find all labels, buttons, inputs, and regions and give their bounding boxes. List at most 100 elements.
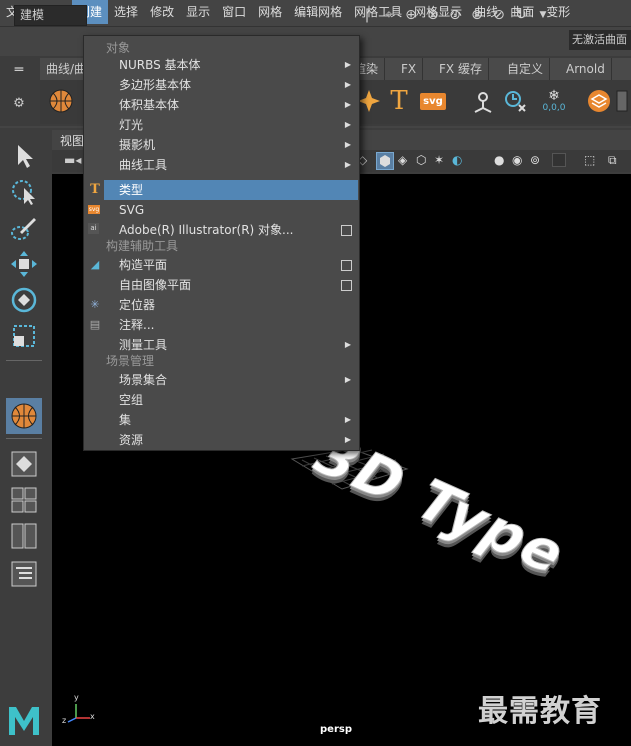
snap-separator-icon: ❘ <box>361 7 373 23</box>
lasso-tool-icon[interactable] <box>8 176 40 208</box>
toolbox-divider-2 <box>6 438 42 439</box>
history-icon[interactable]: ↻ <box>512 6 530 24</box>
menu-mesh[interactable]: 网格 <box>252 0 288 24</box>
chevron-right-icon: ▶ <box>344 375 351 384</box>
menu-item-label: 自由图像平面 <box>119 278 192 292</box>
isolate-select-icon[interactable] <box>552 153 566 167</box>
anti-alias-icon[interactable]: ⊚ <box>530 153 540 167</box>
paint-select-icon[interactable] <box>8 212 40 244</box>
shelf-tab-fx-cache[interactable]: FX 缓存 <box>433 58 489 80</box>
chevron-right-icon: ▶ <box>344 160 351 169</box>
gear-icon[interactable]: ⚙ <box>4 96 34 111</box>
illustrator-icon: ai <box>88 223 99 234</box>
menu-item-label: 构造平面 <box>119 258 168 272</box>
snap-view-icon[interactable]: ⊙ <box>446 6 464 24</box>
chevron-right-icon: ▶ <box>344 435 351 444</box>
option-box-icon[interactable] <box>341 260 352 271</box>
menu-item-nurbs-primitives[interactable]: NURBS 基本体 ▶ <box>104 55 358 75</box>
menu-item-free-image-plane[interactable]: 自由图像平面 <box>104 275 358 295</box>
axis-y-label: y <box>74 693 79 702</box>
menu-item-assets[interactable]: 资源 ▶ <box>104 430 358 450</box>
menu-item-label: 资源 <box>119 433 144 447</box>
menu-item-label: 定位器 <box>119 298 156 312</box>
option-box-icon[interactable] <box>341 280 352 291</box>
maya-logo-icon <box>6 702 42 738</box>
shelf-tab-custom[interactable]: 自定义 <box>501 58 551 80</box>
outliner-layout-icon[interactable] <box>8 558 40 590</box>
menu-item-annotation[interactable]: 注释... <box>104 315 358 335</box>
svg-tool-icon[interactable]: svg <box>418 86 448 116</box>
menu-modify[interactable]: 修改 <box>144 0 180 24</box>
scale-tool-icon[interactable] <box>8 320 40 352</box>
origin-coords-label: 0,0,0 <box>542 103 566 113</box>
last-tool-sphere-icon[interactable] <box>6 398 42 434</box>
menu-item-svg[interactable]: SVG <box>104 200 358 220</box>
two-view-layout-icon[interactable] <box>8 520 40 552</box>
menu-item-label: 类型 <box>119 183 144 197</box>
snap-surface-icon[interactable]: ⊛ <box>468 6 486 24</box>
menu-item-type[interactable]: 类型 <box>104 180 358 200</box>
mode-selector[interactable]: 建模 <box>14 5 87 26</box>
menu-item-label: 场景集合 <box>119 373 168 387</box>
menu-item-scene-assembly[interactable]: 场景集合 ▶ <box>104 370 358 390</box>
snap-grid-icon[interactable]: ⊕ <box>402 6 420 24</box>
screen-space-ao-icon[interactable]: ● <box>494 153 504 167</box>
smooth-shade-icon[interactable] <box>376 152 394 170</box>
menu-item-curve-tools[interactable]: 曲线工具 ▶ <box>104 155 358 175</box>
camera-select-icon[interactable]: ▬◂ <box>64 153 81 167</box>
chevron-right-icon: ▶ <box>344 140 351 149</box>
annotation-icon: ▤ <box>89 318 101 331</box>
shelf-tab-arnold[interactable]: Arnold <box>560 58 612 80</box>
single-view-layout-icon[interactable] <box>8 448 40 480</box>
option-box-icon[interactable] <box>341 225 352 236</box>
shadows-icon[interactable]: ◐ <box>452 153 462 167</box>
timer-delete-icon[interactable] <box>500 86 530 116</box>
menu-item-polygon-primitives[interactable]: 多边形基本体 ▶ <box>104 75 358 95</box>
snap-curve-icon[interactable]: ⌖ <box>380 6 398 24</box>
menu-item-volume-primitives[interactable]: 体积基本体 ▶ <box>104 95 358 115</box>
menu-edit-mesh[interactable]: 编辑网格 <box>288 0 348 24</box>
menu-item-label: 曲线工具 <box>119 158 168 172</box>
snowflake-origin-icon[interactable]: ❄ 0,0,0 <box>534 86 574 116</box>
move-tool-icon[interactable] <box>8 248 40 280</box>
menu-item-locator[interactable]: 定位器 <box>104 295 358 315</box>
snap-live-icon[interactable]: ⊘ <box>490 6 508 24</box>
xray-icon[interactable]: ⬚ <box>584 153 595 167</box>
menu-display[interactable]: 显示 <box>180 0 216 24</box>
select-tool-icon[interactable] <box>8 140 40 172</box>
pivot-tool-icon[interactable] <box>468 86 498 116</box>
chevron-down-icon[interactable]: ▼ <box>534 6 552 24</box>
menu-item-label: Adobe(R) Illustrator(R) 对象... <box>119 223 294 237</box>
layers-icon[interactable] <box>584 86 614 116</box>
menu-item-construction-plane[interactable]: 构造平面 <box>104 255 358 275</box>
menu-item-cameras[interactable]: 摄影机 ▶ <box>104 135 358 155</box>
shelf-tab-fx[interactable]: FX <box>395 58 424 80</box>
wire-on-shaded-icon[interactable]: ⬡ <box>416 153 426 167</box>
wireframe-icon[interactable]: ◇ <box>358 153 372 167</box>
rotate-tool-icon[interactable] <box>8 284 40 316</box>
section-scene-management: 场景管理 <box>106 352 346 370</box>
view-menu-item[interactable]: 视图 <box>60 132 84 149</box>
no-active-surface-field[interactable]: 无激活曲面 <box>569 30 631 50</box>
snap-point-icon[interactable]: ⊗ <box>424 6 442 24</box>
section-construction-aids: 构建辅助工具 <box>106 237 346 255</box>
menu-item-label: 集 <box>119 413 132 427</box>
menu-select[interactable]: 选择 <box>108 0 144 24</box>
status-line-tools: ❘ ⌖ ⊕ ⊗ ⊙ ⊛ ⊘ ↻ ▼ <box>358 4 631 26</box>
menu-item-lights[interactable]: 灯光 ▶ <box>104 115 358 135</box>
menu-item-sets[interactable]: 集 ▶ <box>104 410 358 430</box>
four-view-layout-icon[interactable] <box>8 484 40 516</box>
menu-window[interactable]: 窗口 <box>216 0 252 24</box>
panel-layout-icon[interactable]: ⧉ <box>608 153 617 168</box>
shelf-menu-icon[interactable]: ═ <box>4 62 34 78</box>
toolbox <box>0 128 51 746</box>
menu-item-empty-group[interactable]: 空组 <box>104 390 358 410</box>
shelf-scroll-icon[interactable] <box>614 86 630 116</box>
textured-icon[interactable]: ◈ <box>398 153 407 167</box>
type-tool-icon[interactable]: T <box>384 86 414 116</box>
axis-x-label: x <box>90 712 95 721</box>
motion-blur-icon[interactable]: ◉ <box>512 153 522 167</box>
sphere-basketball-icon[interactable] <box>46 86 76 116</box>
lighting-icon[interactable]: ✶ <box>434 153 444 167</box>
axis-gizmo: y x z <box>62 693 96 726</box>
